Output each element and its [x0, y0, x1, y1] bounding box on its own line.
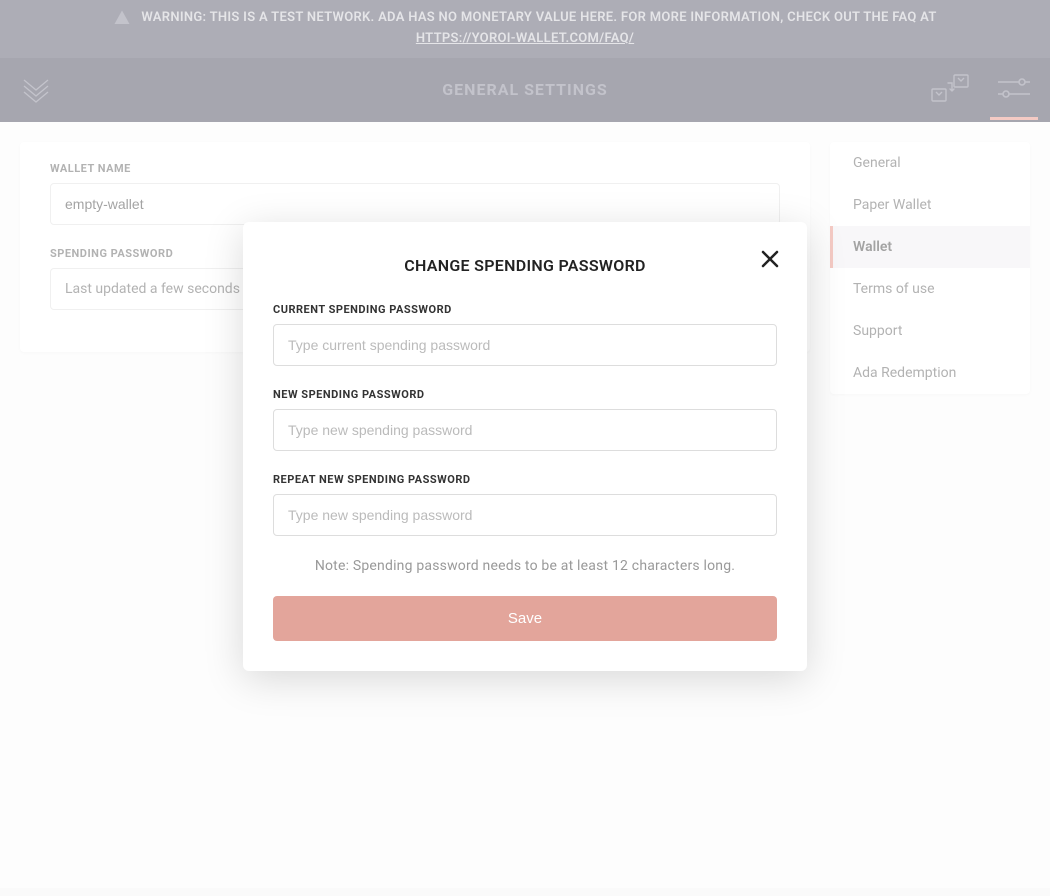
current-password-label: CURRENT SPENDING PASSWORD: [273, 303, 777, 316]
change-password-modal: CHANGE SPENDING PASSWORD CURRENT SPENDIN…: [243, 222, 807, 671]
save-button[interactable]: Save: [273, 596, 777, 641]
password-length-note: Note: Spending password needs to be at l…: [273, 558, 777, 574]
repeat-password-input[interactable]: [273, 494, 777, 536]
modal-backdrop[interactable]: CHANGE SPENDING PASSWORD CURRENT SPENDIN…: [0, 0, 1050, 888]
close-icon[interactable]: [759, 248, 781, 270]
new-password-input[interactable]: [273, 409, 777, 451]
repeat-password-label: REPEAT NEW SPENDING PASSWORD: [273, 473, 777, 486]
modal-title: CHANGE SPENDING PASSWORD: [273, 256, 777, 275]
current-password-input[interactable]: [273, 324, 777, 366]
new-password-label: NEW SPENDING PASSWORD: [273, 388, 777, 401]
